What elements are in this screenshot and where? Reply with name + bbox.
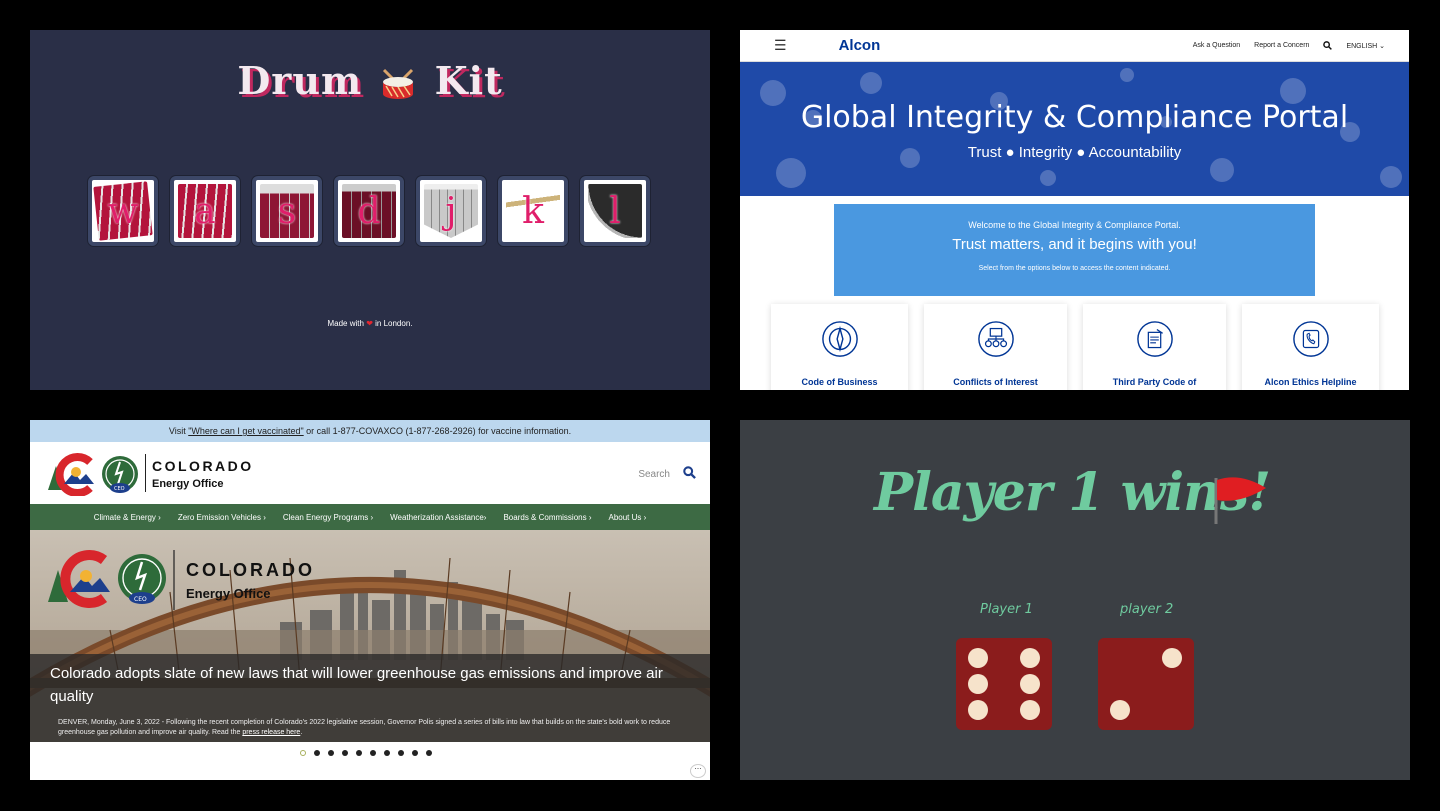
heart-icon: ❤: [366, 319, 373, 328]
phone-icon: [1292, 321, 1329, 357]
alcon-panel: ☰ Alcon Ask a Question Report a Concern …: [740, 30, 1409, 390]
title-left: Drum: [237, 58, 363, 103]
key-w[interactable]: w: [88, 176, 158, 246]
chat-icon[interactable]: ⋯: [690, 764, 706, 778]
alcon-logo[interactable]: Alcon: [839, 37, 881, 54]
die-pip: [968, 648, 988, 668]
card-third-party-code[interactable]: Third Party Code of: [1083, 304, 1226, 390]
player2-label: player 2: [1120, 602, 1174, 617]
die-pip: [968, 700, 988, 720]
slide-dot[interactable]: [314, 750, 320, 756]
die-pip: [1020, 700, 1040, 720]
menu-boards[interactable]: Boards & Commissions ›: [503, 513, 591, 522]
slide-dot[interactable]: [370, 750, 376, 756]
vaccine-link[interactable]: "Where can I get vaccinated": [188, 426, 303, 436]
drum-footer: Made with ❤ in London.: [327, 319, 413, 328]
slide-dot[interactable]: [398, 750, 404, 756]
caption-text: DENVER, Monday, June 3, 2022 - Following…: [58, 719, 671, 736]
player2-die: [1098, 638, 1194, 730]
slide-dot[interactable]: [384, 750, 390, 756]
svg-text:Energy Office: Energy Office: [186, 586, 271, 601]
svg-text:CEO: CEO: [114, 486, 125, 492]
press-release-link[interactable]: press release here: [242, 729, 300, 736]
report-concern-link[interactable]: Report a Concern: [1254, 42, 1309, 49]
search-icon[interactable]: [683, 466, 696, 479]
menu-climate-energy[interactable]: Climate & Energy ›: [94, 513, 161, 522]
colorado-panel: Visit "Where can I get vaccinated" or ca…: [30, 420, 710, 780]
drum-kit-title: Drum Kit: [30, 58, 710, 103]
drum-kit-panel: Drum Kit w a s d j k l Made with ❤ in Lo…: [30, 30, 710, 390]
die-pip: [968, 674, 988, 694]
die-pip: [1162, 648, 1182, 668]
title-right: Kit: [434, 58, 503, 103]
player1-label: Player 1: [980, 602, 1033, 617]
people-network-icon: [977, 321, 1014, 357]
menu-weatherization[interactable]: Weatherization Assistance›: [390, 513, 486, 522]
slide-dot[interactable]: [426, 750, 432, 756]
card-ethics-helpline[interactable]: Alcon Ethics Helpline: [1242, 304, 1379, 390]
slide-dot[interactable]: [356, 750, 362, 756]
slide-dot[interactable]: [342, 750, 348, 756]
alcon-hero: Global Integrity & Compliance Portal Tru…: [740, 62, 1409, 196]
menu-zero-emission[interactable]: Zero Emission Vehicles ›: [178, 513, 266, 522]
slide-pagination: [300, 750, 432, 756]
key-l[interactable]: l: [580, 176, 650, 246]
menu-clean-energy[interactable]: Clean Energy Programs ›: [283, 513, 373, 522]
hero-slide: CEO COLORADO Energy Office Colorado adop…: [30, 530, 710, 742]
chevron-down-icon: ⌄: [1379, 42, 1385, 50]
die-pip: [1020, 648, 1040, 668]
document-hand-icon: [1136, 321, 1173, 357]
site-name: COLORADO: [152, 458, 254, 474]
hero-title: Global Integrity & Compliance Portal: [800, 100, 1349, 135]
welcome-box: Welcome to the Global Integrity & Compli…: [834, 204, 1315, 296]
drum-icon: [383, 68, 414, 99]
red-flag-icon: [1214, 477, 1266, 524]
main-menu: Climate & Energy › Zero Emission Vehicle…: [30, 504, 710, 530]
key-j[interactable]: j: [416, 176, 486, 246]
compass-icon: [821, 321, 858, 357]
slide-dot[interactable]: [328, 750, 334, 756]
key-s[interactable]: s: [252, 176, 322, 246]
menu-about[interactable]: About Us ›: [609, 513, 647, 522]
search-icon[interactable]: [1323, 41, 1333, 50]
card-conflicts-of-interest[interactable]: Conflicts of Interest: [924, 304, 1067, 390]
key-a[interactable]: a: [170, 176, 240, 246]
search-input[interactable]: Search: [638, 469, 670, 480]
slide-dot[interactable]: [300, 750, 306, 756]
svg-text:COLORADO: COLORADO: [186, 560, 315, 580]
ask-question-link[interactable]: Ask a Question: [1193, 42, 1240, 49]
svg-text:CEO: CEO: [134, 596, 147, 603]
player1-die: [956, 638, 1052, 730]
caption-title: Colorado adopts slate of new laws that w…: [50, 665, 663, 705]
alcon-navbar: ☰ Alcon Ask a Question Report a Concern …: [740, 30, 1409, 62]
language-select[interactable]: ENGLISH ⌄: [1346, 42, 1385, 50]
colorado-header: CEO COLORADO Energy Office Search: [30, 442, 710, 504]
vaccine-banner: Visit "Where can I get vaccinated" or ca…: [30, 420, 710, 442]
die-pip: [1110, 700, 1130, 720]
card-code-of-business[interactable]: Code of Business: [771, 304, 908, 390]
drum-keys: w a s d j k l: [88, 176, 650, 246]
dice-game-panel: Player 1 wins! Player 1 player 2: [740, 420, 1410, 780]
colorado-energy-office-logo[interactable]: CEO: [44, 452, 142, 496]
hamburger-menu-icon[interactable]: ☰: [774, 37, 787, 54]
key-k[interactable]: k: [498, 176, 568, 246]
die-pip: [1020, 674, 1040, 694]
option-cards: Code of Business Conflicts of Interest T…: [771, 304, 1379, 390]
slide-dot[interactable]: [412, 750, 418, 756]
site-subname: Energy Office: [152, 478, 224, 490]
key-d[interactable]: d: [334, 176, 404, 246]
hero-subtitle: Trust ● Integrity ● Accountability: [967, 144, 1182, 161]
slide-caption: Colorado adopts slate of new laws that w…: [30, 654, 710, 742]
